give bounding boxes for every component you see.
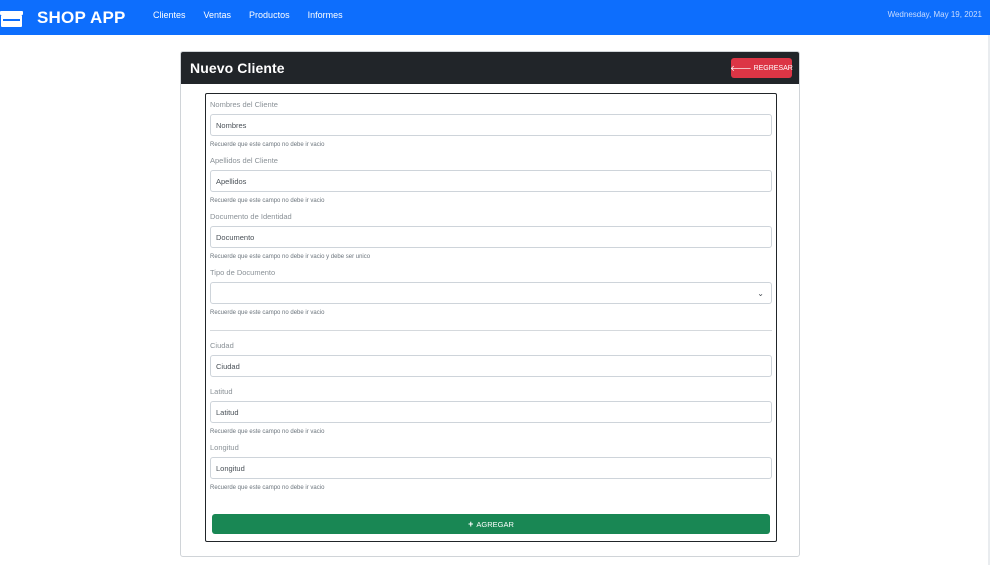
ciudad-input[interactable]: Ciudad [210,355,772,377]
tipo-documento-select[interactable]: ⌄ [210,282,772,304]
nav-link-informes[interactable]: Informes [308,10,343,20]
nav-link-ventas[interactable]: Ventas [204,10,232,20]
nav-menu: Clientes Ventas Productos Informes [153,0,361,30]
ciudad-placeholder: Ciudad [216,361,240,371]
card-header: Nuevo Cliente 🡐 REGRESAR [181,52,799,84]
nombres-input[interactable]: Nombres [210,114,772,136]
tipo-documento-help: Recuerde que este campo no debe ir vacio [210,310,325,316]
longitud-placeholder: Longitud [216,463,245,473]
latitud-input[interactable]: Latitud [210,401,772,423]
brand[interactable]: SHOP APP [0,0,126,35]
documento-label: Documento de Identidad [210,212,292,221]
add-button-label: AGREGAR [476,519,514,529]
new-client-card: Nuevo Cliente 🡐 REGRESAR Nombres del Cli… [180,51,800,557]
apellidos-input[interactable]: Apellidos [210,170,772,192]
plus-icon: + [468,519,474,529]
latitud-label: Latitud [210,387,233,396]
current-date: Wednesday, May 19, 2021 [887,10,982,19]
longitud-input[interactable]: Longitud [210,457,772,479]
page-title: Nuevo Cliente [190,60,285,76]
add-client-button[interactable]: + AGREGAR [212,514,770,534]
nav-link-clientes[interactable]: Clientes [153,10,186,20]
back-button-label: REGRESAR [753,64,793,72]
client-form: Nombres del Cliente Nombres Recuerde que… [205,93,777,542]
nombres-help: Recuerde que este campo no debe ir vacio [210,142,325,148]
store-icon [0,8,24,28]
documento-input[interactable]: Documento [210,226,772,248]
documento-help: Recuerde que este campo no debe ir vacio… [210,254,371,260]
documento-placeholder: Documento [216,232,255,242]
nombres-label: Nombres del Cliente [210,100,278,109]
section-divider [210,330,772,331]
apellidos-label: Apellidos del Cliente [210,156,278,165]
latitud-help: Recuerde que este campo no debe ir vacio [210,429,325,435]
latitud-placeholder: Latitud [216,407,239,417]
longitud-label: Longitud [210,443,239,452]
arrow-left-icon: 🡐 [730,64,752,73]
ciudad-label: Ciudad [210,341,234,350]
brand-name: SHOP APP [37,7,126,27]
nav-link-productos[interactable]: Productos [249,10,290,20]
tipo-documento-label: Tipo de Documento [210,268,276,277]
nombres-placeholder: Nombres [216,120,247,130]
back-button[interactable]: 🡐 REGRESAR [730,58,793,78]
top-navbar: SHOP APP Clientes Ventas Productos Infor… [0,0,990,35]
apellidos-placeholder: Apellidos [216,176,247,186]
apellidos-help: Recuerde que este campo no debe ir vacio [210,198,325,204]
longitud-help: Recuerde que este campo no debe ir vacio [210,485,325,491]
chevron-down-icon: ⌄ [757,289,764,298]
